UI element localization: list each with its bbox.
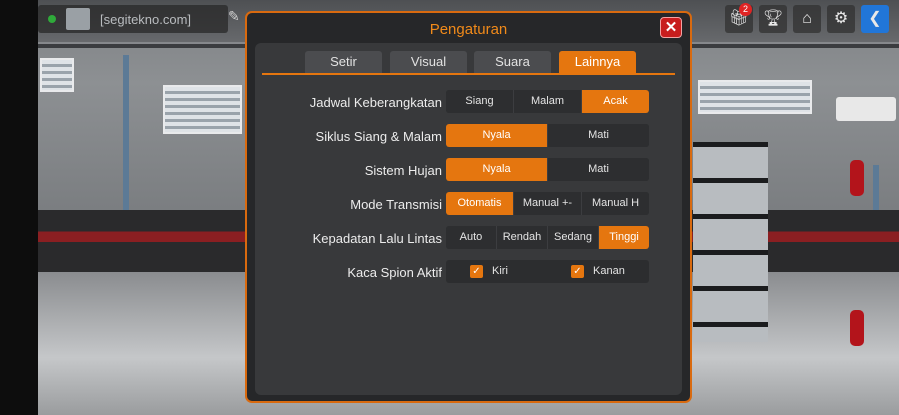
day-night-cycle-label: Siklus Siang & Malam bbox=[315, 129, 442, 144]
tab-lainnya[interactable]: Lainnya bbox=[559, 51, 636, 73]
left-mirror-checkbox[interactable]: ✓ bbox=[470, 265, 483, 278]
avatar[interactable] bbox=[66, 8, 90, 30]
gear-icon: ⚙ bbox=[833, 10, 849, 27]
day-night-cycle-selector: Nyala Mati bbox=[446, 124, 649, 147]
tab-underline bbox=[262, 73, 675, 75]
rain-system-selector: Nyala Mati bbox=[446, 158, 649, 181]
option-manual-plus-minus[interactable]: Manual +- bbox=[513, 192, 581, 215]
garage-button[interactable]: ⌂ bbox=[793, 5, 821, 33]
checkmark-icon: ✓ bbox=[472, 266, 481, 277]
left-mirror-label: Kiri bbox=[492, 265, 508, 277]
traffic-density-selector: Auto Rendah Sedang Tinggi bbox=[446, 226, 649, 249]
option-sedang[interactable]: Sedang bbox=[547, 226, 598, 249]
option-acak[interactable]: Acak bbox=[581, 90, 649, 113]
back-button[interactable]: ❮ bbox=[861, 5, 889, 33]
checkmark-icon: ✓ bbox=[573, 266, 582, 277]
back-arrow-icon: ❮ bbox=[868, 10, 882, 27]
tab-suara[interactable]: Suara bbox=[474, 51, 551, 73]
settings-dialog: Pengaturan ✕ Setir Visual Suara Lainnya … bbox=[245, 11, 692, 403]
option-tinggi[interactable]: Tinggi bbox=[598, 226, 649, 249]
close-button[interactable]: ✕ bbox=[660, 17, 682, 38]
close-icon: ✕ bbox=[664, 19, 678, 36]
trophy-button[interactable]: 🏆︎ bbox=[759, 5, 787, 33]
option-nyala[interactable]: Nyala bbox=[446, 124, 547, 147]
option-auto[interactable]: Auto bbox=[446, 226, 496, 249]
settings-button[interactable]: ⚙ bbox=[827, 5, 855, 33]
online-status-dot bbox=[48, 15, 56, 23]
notification-badge: 2 bbox=[739, 3, 752, 16]
right-mirror-label: Kanan bbox=[593, 265, 625, 277]
fire-extinguisher-icon bbox=[850, 160, 864, 196]
rain-system-label: Sistem Hujan bbox=[364, 163, 442, 178]
tool-shelf bbox=[693, 142, 768, 342]
option-malam[interactable]: Malam bbox=[513, 90, 581, 113]
tab-setir[interactable]: Setir bbox=[305, 51, 382, 73]
garage-window bbox=[698, 80, 812, 114]
traffic-density-label: Kepadatan Lalu Lintas bbox=[312, 231, 442, 246]
player-name: [segitekno.com] bbox=[100, 12, 192, 27]
dialog-title: Pengaturan bbox=[429, 21, 508, 38]
screen-edge bbox=[0, 0, 38, 415]
departure-schedule-label: Jadwal Keberangkatan bbox=[309, 95, 442, 110]
option-mati[interactable]: Mati bbox=[547, 124, 649, 147]
air-conditioner bbox=[836, 97, 896, 121]
transmission-mode-label: Mode Transmisi bbox=[350, 197, 442, 212]
mirrors-checkbox-group: ✓ Kiri ✓ Kanan bbox=[446, 260, 649, 283]
tab-visual[interactable]: Visual bbox=[390, 51, 467, 73]
option-mati[interactable]: Mati bbox=[547, 158, 649, 181]
option-rendah[interactable]: Rendah bbox=[496, 226, 547, 249]
garage-window bbox=[40, 58, 74, 92]
option-nyala[interactable]: Nyala bbox=[446, 158, 547, 181]
mirrors-label: Kaca Spion Aktif bbox=[347, 265, 442, 280]
edit-name-icon[interactable]: ✎ bbox=[228, 8, 240, 25]
option-otomatis[interactable]: Otomatis bbox=[446, 192, 513, 215]
trophy-icon: 🏆︎ bbox=[762, 10, 784, 27]
option-manual-h[interactable]: Manual H bbox=[581, 192, 649, 215]
departure-schedule-selector: Siang Malam Acak bbox=[446, 90, 649, 113]
garage-window bbox=[163, 85, 242, 134]
transmission-mode-selector: Otomatis Manual +- Manual H bbox=[446, 192, 649, 215]
option-siang[interactable]: Siang bbox=[446, 90, 513, 113]
garage-icon: ⌂ bbox=[802, 10, 812, 27]
settings-panel: Setir Visual Suara Lainnya Jadwal Kebera… bbox=[255, 43, 682, 395]
fire-extinguisher-icon bbox=[850, 310, 864, 346]
right-mirror-checkbox[interactable]: ✓ bbox=[571, 265, 584, 278]
